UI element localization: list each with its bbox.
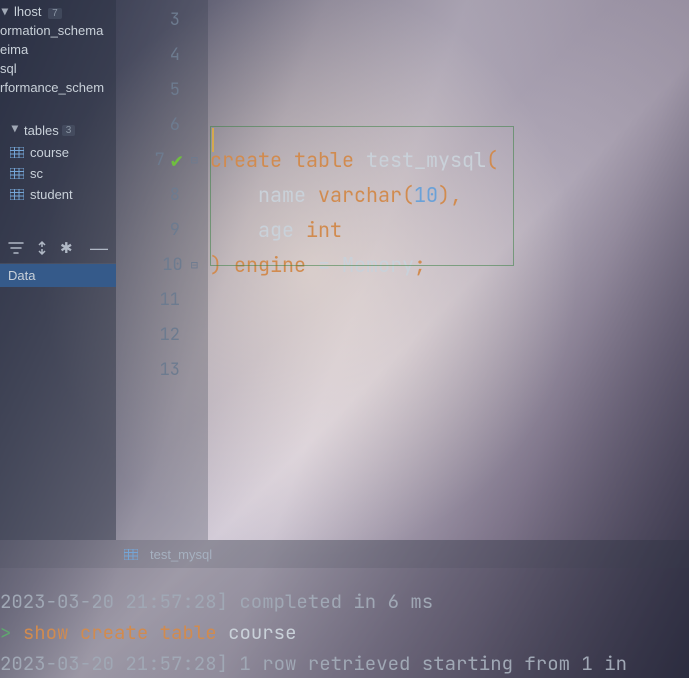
db-label: lhost — [14, 4, 41, 19]
db-item-performance-schema[interactable]: rformance_schem — [0, 78, 116, 97]
editor-line — [208, 37, 689, 72]
gutter-line: 4 — [116, 37, 208, 72]
db-count: 7 — [48, 8, 62, 19]
editor-tab-bar: test_mysql — [0, 540, 689, 568]
table-icon — [10, 189, 24, 200]
db-label: rformance_schem — [0, 80, 104, 95]
editor-line — [208, 282, 689, 317]
db-item-localhost[interactable]: ▶lhost 7 — [0, 2, 116, 21]
db-label: eima — [0, 42, 28, 57]
gutter-line: 10⊟ — [116, 247, 208, 282]
gutter-line: 5 — [116, 72, 208, 107]
table-name: course — [30, 145, 69, 160]
console-line: > show create table course — [0, 617, 687, 648]
data-panel-tab[interactable]: Data — [0, 264, 116, 287]
db-item-mysql[interactable]: sql — [0, 59, 116, 78]
editor-gutter: 3 4 5 6 7✔⊟ 8 9 10⊟ 11 12 13 — [116, 0, 208, 540]
editor-line — [208, 2, 689, 37]
fold-end-icon[interactable]: ⊟ — [191, 257, 198, 273]
editor-line — [208, 317, 689, 352]
table-icon — [124, 549, 138, 560]
editor-line — [208, 72, 689, 107]
gutter-line-active: 7✔⊟ — [116, 142, 208, 177]
sql-editor[interactable]: create table test_mysql( name varchar(10… — [208, 0, 689, 540]
fold-icon[interactable]: ⊟ — [191, 152, 198, 168]
editor-line: create table test_mysql( — [208, 142, 689, 177]
gutter-line: 6 — [116, 107, 208, 142]
tables-count: 3 — [62, 125, 76, 136]
db-label: sql — [0, 61, 17, 76]
collapse-icon[interactable] — [34, 240, 50, 256]
table-item-sc[interactable]: sc — [0, 163, 116, 184]
editor-line — [208, 107, 689, 142]
console-output[interactable]: 2023-03-20 21:57:28] completed in 6 ms >… — [0, 568, 689, 678]
editor-line: ) engine = Memory; — [208, 247, 689, 282]
gutter-line: 11 — [116, 282, 208, 317]
table-name: student — [30, 187, 73, 202]
console-line: 2023-03-20 21:57:28] 1 row retrieved sta… — [0, 648, 687, 678]
gutter-line: 12 — [116, 317, 208, 352]
data-tab-label: Data — [8, 268, 35, 283]
table-icon — [10, 168, 24, 179]
minimize-icon[interactable]: — — [90, 243, 108, 253]
table-item-course[interactable]: course — [0, 142, 116, 163]
db-item-information-schema[interactable]: ormation_schema — [0, 21, 116, 40]
sidebar-toolbar: ✱ — — [0, 233, 116, 264]
tables-folder[interactable]: ▶ tables 3 — [0, 119, 116, 142]
chevron-down-icon: ▶ — [0, 9, 11, 19]
chevron-down-icon: ▶ — [10, 126, 21, 136]
gutter-line: 3 — [116, 2, 208, 37]
tables-label: tables — [24, 123, 59, 138]
filter-icon[interactable] — [8, 240, 24, 256]
gutter-line: 9 — [116, 212, 208, 247]
editor-line: name varchar(10), — [208, 177, 689, 212]
db-item-heima[interactable]: eima — [0, 40, 116, 59]
gear-icon[interactable]: ✱ — [60, 239, 73, 257]
gutter-line: 8 — [116, 177, 208, 212]
console-line: 2023-03-20 21:57:28] completed in 6 ms — [0, 586, 687, 617]
tab-label: test_mysql — [150, 547, 212, 562]
table-item-student[interactable]: student — [0, 184, 116, 205]
table-icon — [10, 147, 24, 158]
gutter-line: 13 — [116, 352, 208, 387]
db-label: ormation_schema — [0, 23, 103, 38]
editor-line: age int — [208, 212, 689, 247]
editor-tab-test-mysql[interactable]: test_mysql — [124, 547, 212, 562]
table-name: sc — [30, 166, 43, 181]
check-icon: ✔ — [171, 147, 183, 173]
database-sidebar: ▶lhost 7 ormation_schema eima sql rforma… — [0, 0, 116, 540]
editor-line — [208, 352, 689, 387]
